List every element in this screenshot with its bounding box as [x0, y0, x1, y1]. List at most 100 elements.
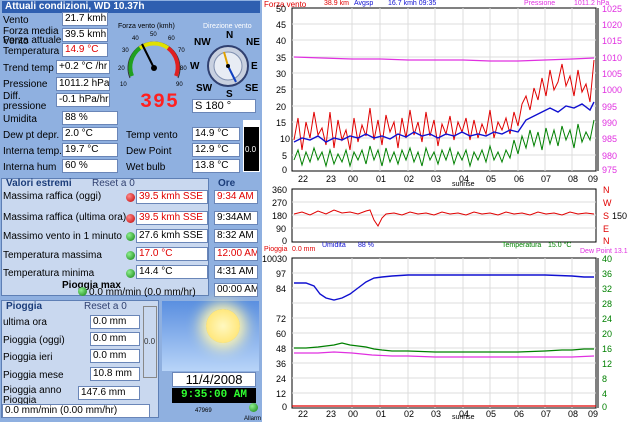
c2-ytick-4: 0 [282, 236, 288, 246]
svg-text:70: 70 [178, 48, 185, 54]
weather-image [162, 301, 259, 371]
vento-1-minuto-indicator [126, 232, 135, 241]
svg-text:30: 30 [122, 48, 129, 54]
c3-xtick-3: 01 [376, 409, 387, 419]
label-temp-minima: Temperatura minima [3, 268, 95, 279]
value-umidita: 88 % [62, 111, 118, 125]
c1-rtick-10: 975 [602, 165, 618, 175]
compass-sw: SW [196, 83, 213, 94]
c3-rtick-8: 8 [602, 374, 608, 384]
value-dew-point: 12.9 °C [192, 143, 240, 157]
c3-xtick-8: 06 [514, 409, 525, 419]
value-raffica-oggi: 39.5 kmh SSE [136, 190, 208, 204]
c3-xtick-2: 00 [348, 409, 359, 419]
c1-xtick-10: 08 [568, 174, 579, 184]
time-temp-massima: 12:00 AM [214, 247, 258, 261]
c2-rlabel-1: W [603, 198, 612, 208]
label-wet-bulb: Wet bulb [126, 162, 166, 173]
charts-svg [291, 7, 599, 409]
c3-header-temp-val: 15.0 °C [548, 242, 572, 249]
temp-massima-indicator [126, 251, 135, 260]
c2-rval: 150 [612, 211, 628, 221]
c1-rtick-9: 980 [602, 151, 618, 161]
c3-header-dew-val: 13.1 [614, 248, 628, 255]
time-raffica-ultima-ora: 9:34AM [214, 211, 258, 225]
label-pioggia-oggi: Pioggia (oggi) [3, 335, 65, 346]
c2-ytick-3: 90 [276, 224, 287, 234]
c1-xtick-8: 06 [514, 174, 525, 184]
time-temp-minima: 4:31 AM [214, 265, 258, 279]
c3-header-hum: Umidita [322, 242, 346, 249]
c3-ytick-0: 10030 [262, 254, 288, 264]
c3-xtick-0: 22 [298, 409, 309, 419]
c3-header-rain: Pioggia [264, 246, 288, 253]
wind-direction-value: S 180 ° [192, 99, 256, 113]
value-temperatura: 14.9 °C [62, 43, 108, 57]
value-temp-minima: 14.4 °C [136, 265, 208, 279]
label-forza-attuale: Forza attuale [3, 35, 62, 46]
c3-rtick-5: 20 [602, 329, 613, 339]
c3-rtick-10: 0 [602, 402, 608, 412]
wind-speed-gauge: 10 20 30 40 50 60 70 80 90 [118, 32, 187, 88]
label-pressione: Pressione [3, 79, 48, 90]
value-vento-1-minuto: 27.6 kmh SSE [136, 229, 208, 243]
c3-ytick-5: 48 [276, 344, 287, 354]
c1-ytick-10: 0 [282, 165, 288, 175]
extremes-title: Valori estremi [6, 178, 72, 189]
c1-ytick-5: 25 [276, 85, 287, 95]
c1-ytick-1: 45 [276, 20, 287, 30]
alarm-indicator[interactable] [249, 403, 258, 412]
label-pioggia-ieri: Pioggia ieri [3, 352, 53, 363]
time-pioggia-max: 00:00 AM [214, 283, 258, 297]
label-temp-vento: Temp vento [126, 130, 178, 141]
time-vento-1-minuto: 8:32 AM [214, 229, 258, 243]
value-wet-bulb: 13.8 °C [192, 159, 240, 173]
c1-xlabel: sunrise [452, 181, 475, 188]
pioggia-max-indicator [78, 287, 87, 296]
c3-ytick-6: 36 [276, 359, 287, 369]
value-interna-temp: 19.7 °C [62, 143, 118, 157]
c1-rtick-2: 1015 [602, 36, 623, 46]
c3-rtick-9: 4 [602, 389, 608, 399]
c1-ytick-3: 35 [276, 53, 287, 63]
c3-xtick-10: 08 [568, 409, 579, 419]
value-pressione: 1011.2 hPa [56, 77, 110, 91]
c1-rtick-8: 985 [602, 134, 618, 144]
label-dew-depr: Dew pt depr. [3, 130, 60, 141]
c1-rtick-4: 1005 [602, 69, 623, 79]
value-pioggia-oggi: 0.0 mm [90, 332, 140, 346]
value-pioggia-mese: 10.8 mm [90, 367, 140, 381]
c1-xtick-3: 01 [376, 174, 387, 184]
c3-ytick-2: 84 [276, 284, 287, 294]
value-rain-rate: 0.0 mm/min (0.00 mm/hr) [2, 404, 150, 418]
panel-title: Attuali condizioni, WD 10.37h [2, 1, 260, 13]
label-temperatura: Temperatura [3, 46, 60, 57]
label-vento: Vento [3, 15, 29, 26]
c3-ytick-8: 12 [276, 389, 287, 399]
sun-icon [206, 309, 240, 343]
time-display: 9:35:00 AM [172, 388, 256, 403]
value-diff-pressione: -0.1 hPa/hr [56, 93, 110, 107]
c3-xtick-7: 05 [486, 409, 497, 419]
label-umidita: Umidita [3, 114, 37, 125]
c1-xtick-2: 00 [348, 174, 359, 184]
compass-e: E [251, 61, 258, 72]
c1-xtick-7: 05 [486, 174, 497, 184]
c3-ytick-3: 72 [276, 314, 287, 324]
c1-xtick-11: 09 [588, 174, 599, 184]
rain-gauge-value: 0.0 [144, 337, 156, 346]
c1-ytick-0: 50 [276, 4, 287, 14]
c3-rtick-1: 36 [602, 269, 613, 279]
c1-rtick-1: 1020 [602, 20, 623, 30]
c1-ytick-8: 10 [280, 134, 291, 144]
c1-rtick-3: 1010 [602, 53, 623, 63]
c3-rtick-3: 28 [602, 299, 613, 309]
rain-reset[interactable]: Reset a 0 [84, 302, 127, 312]
extremes-ore-header: Ore [218, 178, 236, 189]
value-dew-depr: 2.0 °C [62, 127, 118, 141]
value-temp-massima: 17.0 °C [136, 247, 208, 261]
c2-ytick-1: 270 [272, 198, 288, 208]
c2-rlabel-2: S [603, 211, 610, 221]
extremes-reset[interactable]: Reset a 0 [92, 179, 135, 189]
svg-text:50: 50 [150, 32, 157, 38]
